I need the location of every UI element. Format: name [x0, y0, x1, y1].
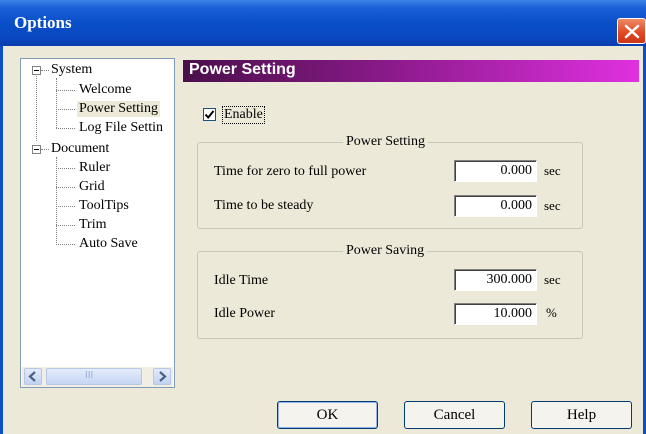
- tree-item-document[interactable]: Document: [51, 141, 109, 157]
- scroll-left-button[interactable]: [24, 368, 42, 385]
- time-zero-to-full-input[interactable]: 0.000: [454, 160, 537, 182]
- idle-power-input[interactable]: 10.000: [454, 303, 537, 325]
- arrow-right-icon: [159, 371, 167, 382]
- page-header: Power Setting: [183, 60, 639, 82]
- tree-item-system[interactable]: System: [51, 62, 92, 78]
- options-tree[interactable]: System Welcome Power Setting Log File Se…: [20, 58, 175, 388]
- idle-time-unit: sec: [544, 272, 561, 287]
- close-button[interactable]: [617, 18, 646, 44]
- power-saving-group-title: Power Saving: [343, 243, 428, 259]
- scroll-grip: III: [85, 370, 94, 381]
- window-title: Options: [14, 13, 72, 32]
- page-title: Power Setting: [189, 61, 296, 78]
- arrow-left-icon: [28, 371, 36, 382]
- checkmark-icon: [204, 110, 215, 120]
- idle-power-label: Idle Power: [214, 306, 276, 321]
- time-to-steady-label: Time to be steady: [214, 198, 314, 213]
- title-bar[interactable]: Options: [0, 0, 646, 46]
- time-to-steady-input[interactable]: 0.000: [454, 195, 537, 217]
- options-window: Options System Welcome Power Setting Log…: [0, 0, 646, 434]
- time-zero-to-full-unit: sec: [544, 163, 561, 178]
- tree-item-power-setting[interactable]: Power Setting: [77, 101, 160, 117]
- tree-item-welcome[interactable]: Welcome: [79, 82, 132, 98]
- cancel-button[interactable]: Cancel: [404, 401, 505, 429]
- tree-item-auto-save[interactable]: Auto Save: [79, 236, 138, 252]
- close-icon: [624, 24, 640, 39]
- time-zero-to-full-label: Time for zero to full power: [214, 164, 367, 179]
- power-setting-group-title: Power Setting: [343, 134, 428, 150]
- enable-label[interactable]: Enable: [222, 106, 265, 124]
- time-to-steady-unit: sec: [544, 198, 561, 213]
- tree-item-ruler[interactable]: Ruler: [79, 160, 110, 176]
- scroll-thumb[interactable]: III: [46, 368, 142, 385]
- tree-horizontal-scrollbar[interactable]: III: [22, 367, 173, 387]
- idle-time-label: Idle Time: [214, 273, 269, 288]
- enable-checkbox[interactable]: [203, 108, 216, 121]
- idle-time-input[interactable]: 300.000: [454, 269, 537, 291]
- tree-item-grid[interactable]: Grid: [79, 179, 105, 195]
- collapse-toggle-document-icon[interactable]: [32, 145, 41, 154]
- tree-item-trim[interactable]: Trim: [79, 217, 107, 233]
- scroll-right-button[interactable]: [153, 368, 171, 385]
- tree-item-tooltips[interactable]: ToolTips: [79, 198, 129, 214]
- collapse-toggle-system-icon[interactable]: [32, 66, 41, 75]
- ok-button[interactable]: OK: [277, 401, 378, 429]
- idle-power-unit: %: [546, 305, 557, 320]
- power-saving-group: [197, 251, 583, 339]
- tree-item-log-file-setting[interactable]: Log File Settin: [79, 120, 163, 136]
- help-button[interactable]: Help: [531, 401, 632, 429]
